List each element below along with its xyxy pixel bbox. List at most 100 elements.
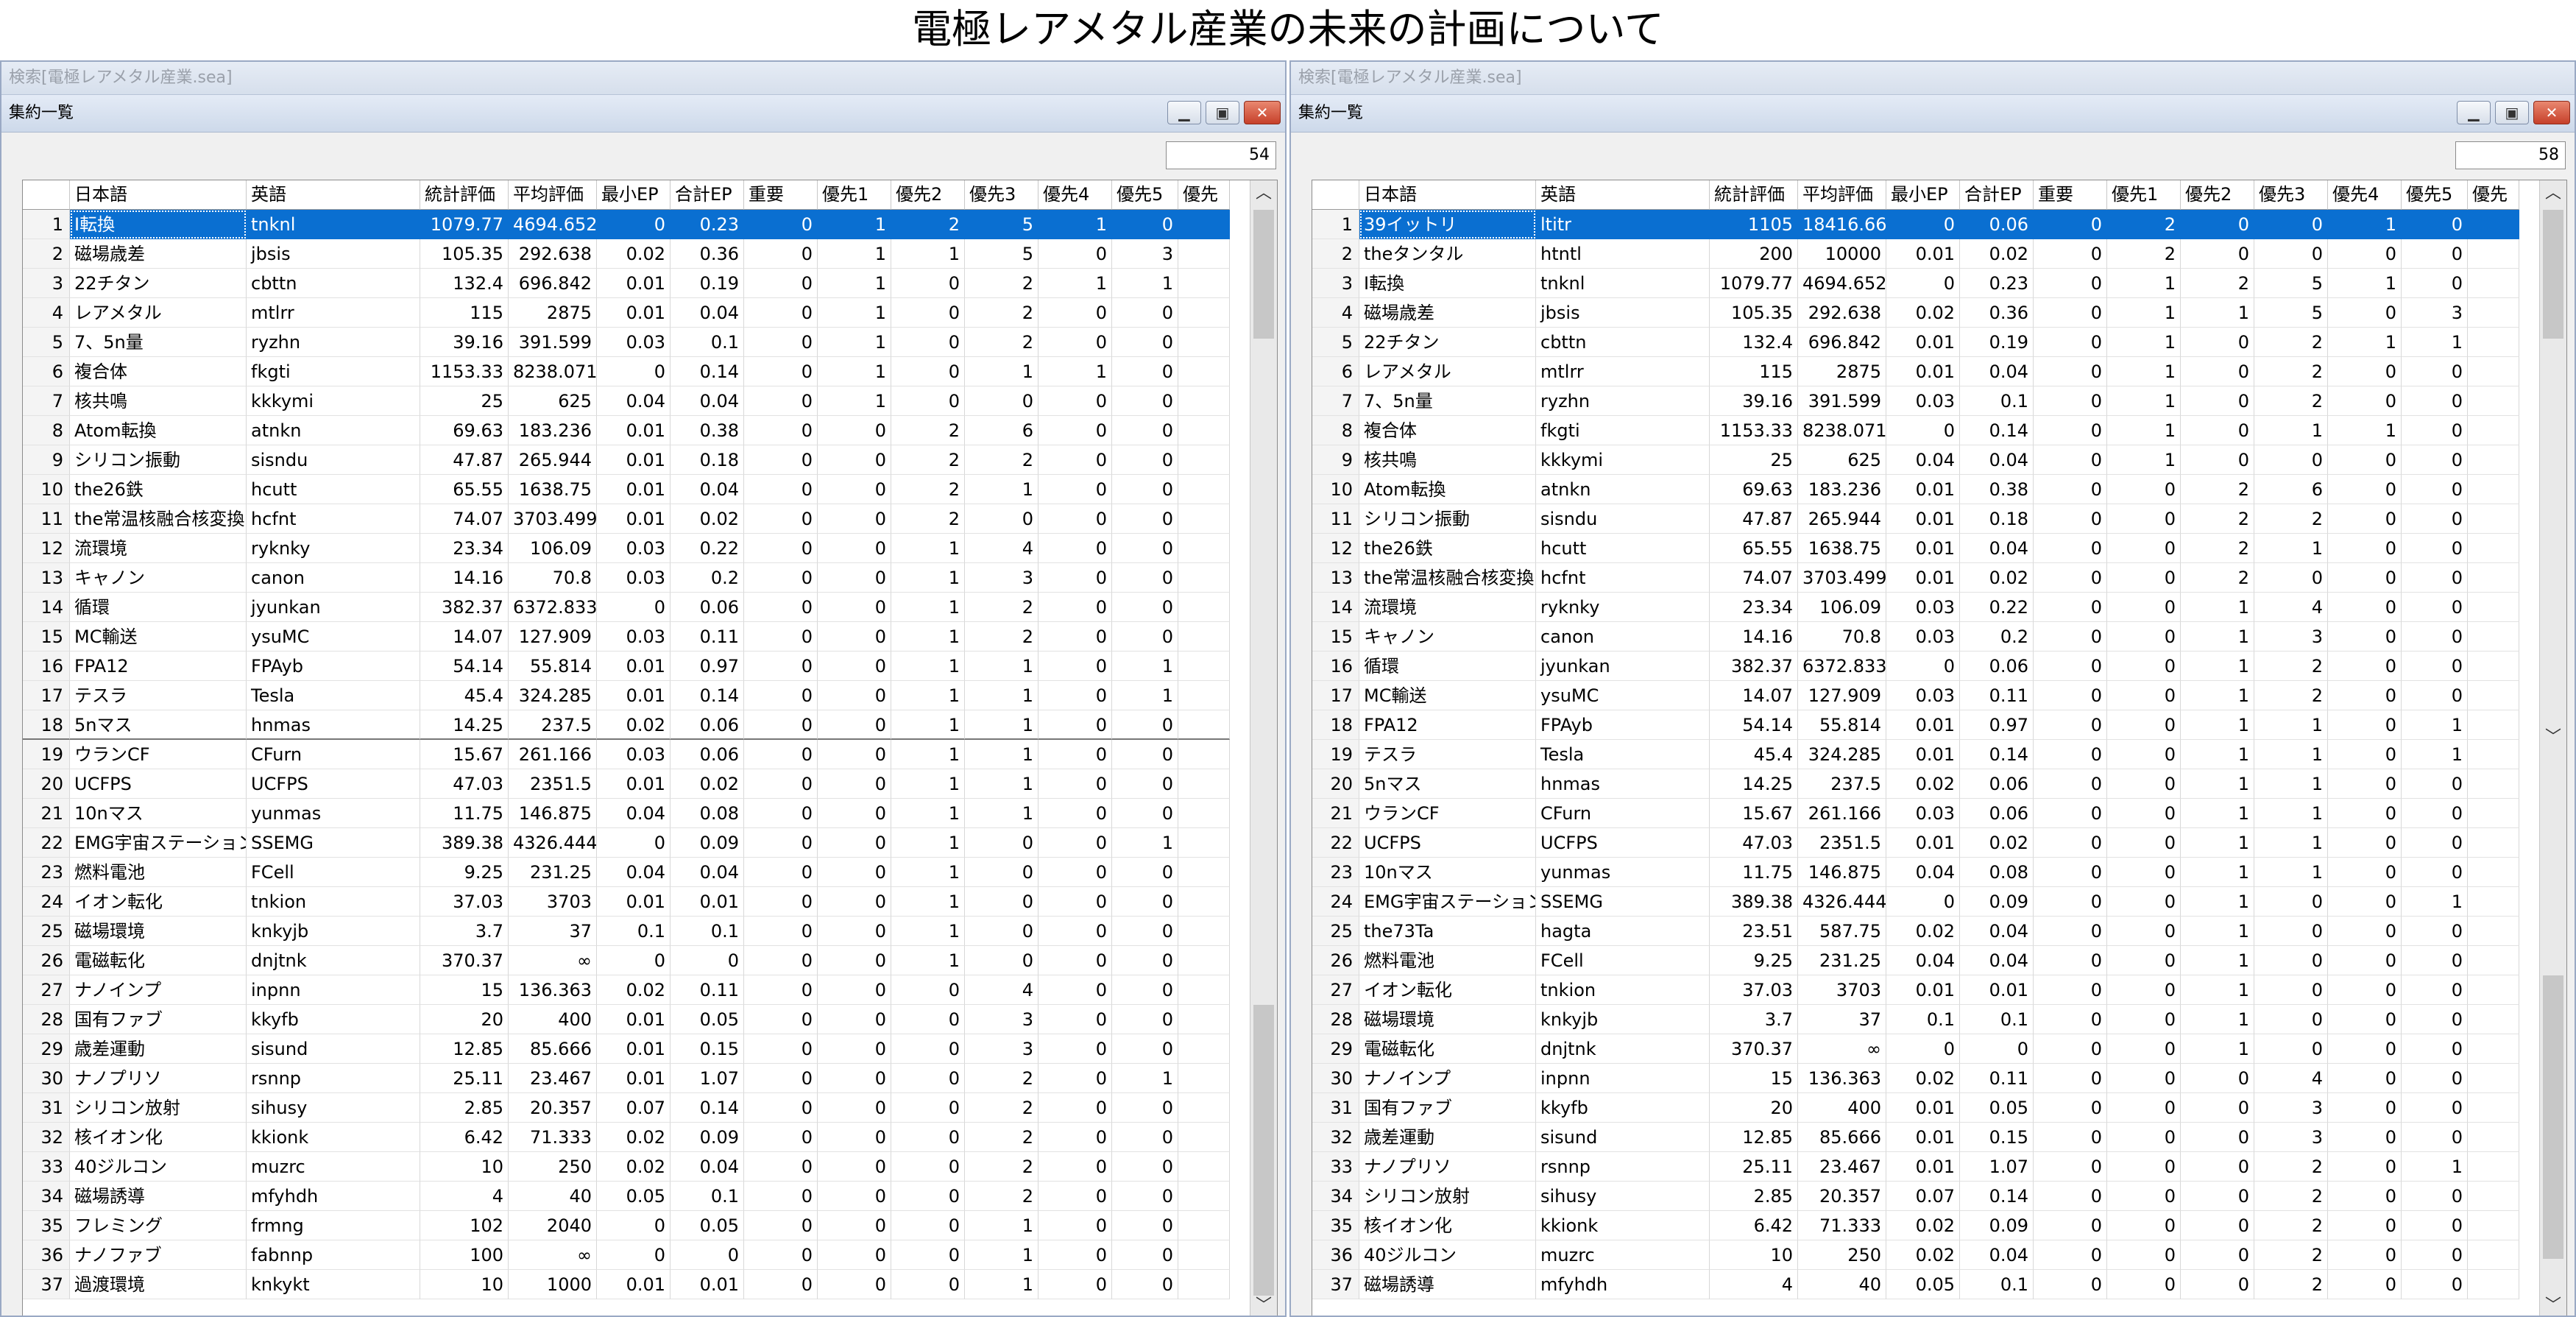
stat-eval-cell[interactable]: 45.4 <box>1710 740 1798 769</box>
priority-3-cell[interactable]: 1 <box>965 1270 1038 1299</box>
stat-eval-cell[interactable]: 6.42 <box>1710 1211 1798 1240</box>
priority-3-cell[interactable]: 2 <box>2254 1152 2328 1182</box>
priority-1-cell[interactable]: 2 <box>2107 210 2181 239</box>
importance-cell[interactable]: 0 <box>2034 328 2107 357</box>
japanese-name-cell[interactable]: 7、5n量 <box>1359 386 1536 416</box>
priority-2-cell[interactable]: 0 <box>2181 1270 2254 1299</box>
stat-eval-cell[interactable]: 15.67 <box>1710 799 1798 828</box>
japanese-name-cell[interactable]: 10nマス <box>1359 858 1536 887</box>
priority-2-cell[interactable]: 1 <box>891 239 965 269</box>
table-row[interactable]: 25 磁場環境 knkyjb 3.7 37 0.1 0.1 0 0 1 0 0 0 <box>23 917 1277 946</box>
importance-cell[interactable]: 0 <box>2034 416 2107 445</box>
row-index-cell[interactable]: 24 <box>23 887 70 917</box>
avg-eval-cell[interactable]: 625 <box>509 386 597 416</box>
priority-5-cell[interactable]: 3 <box>2402 298 2468 328</box>
close-icon[interactable]: ✕ <box>1244 101 1281 124</box>
english-name-cell[interactable]: sisndu <box>1536 504 1710 534</box>
priority-4-cell[interactable]: 0 <box>2328 1152 2402 1182</box>
total-ep-cell[interactable]: 0.23 <box>670 210 744 239</box>
priority-3-cell[interactable]: 4 <box>2254 1064 2328 1093</box>
avg-eval-cell[interactable]: 2040 <box>509 1211 597 1240</box>
stat-eval-cell[interactable]: 14.25 <box>1710 769 1798 799</box>
stat-eval-cell[interactable]: 47.87 <box>420 445 509 475</box>
min-ep-cell[interactable]: 0.01 <box>1886 239 1960 269</box>
table-row[interactable]: 35 フレミング frmng 102 2040 0 0.05 0 0 0 1 0 0 <box>23 1211 1277 1240</box>
priority-1-cell[interactable]: 0 <box>818 1123 891 1152</box>
priority-5-cell[interactable]: 0 <box>2402 917 2468 946</box>
priority-5-cell[interactable]: 0 <box>2402 622 2468 652</box>
table-row[interactable]: 14 流環境 ryknky 23.34 106.09 0.03 0.22 0 0 1 4 0 0 <box>1312 593 2566 622</box>
priority-extra-cell[interactable] <box>1178 1034 1230 1064</box>
table-row[interactable]: 13 キャノン canon 14.16 70.8 0.03 0.2 0 0 1 3 0 0 <box>23 563 1277 593</box>
priority-4-cell[interactable]: 1 <box>2328 416 2402 445</box>
priority-3-cell[interactable]: 0 <box>2254 210 2328 239</box>
importance-cell[interactable]: 0 <box>744 357 818 386</box>
priority-5-cell[interactable]: 0 <box>2402 1211 2468 1240</box>
min-ep-cell[interactable]: 0.07 <box>597 1093 670 1123</box>
english-name-cell[interactable]: ryknky <box>1536 593 1710 622</box>
table-row[interactable]: 3 I転換 tnknl 1079.77 4694.652 0 0.23 0 1 2 5 1 0 <box>1312 269 2566 298</box>
priority-3-cell[interactable]: 2 <box>2254 681 2328 710</box>
priority-4-cell[interactable]: 0 <box>1038 917 1112 946</box>
avg-eval-cell[interactable]: 292.638 <box>509 239 597 269</box>
importance-cell[interactable]: 0 <box>2034 475 2107 504</box>
japanese-name-cell[interactable]: キャノン <box>1359 622 1536 652</box>
english-name-cell[interactable]: ysuMC <box>247 622 420 652</box>
priority-1-cell[interactable]: 1 <box>2107 357 2181 386</box>
priority-4-cell[interactable]: 0 <box>1038 239 1112 269</box>
japanese-name-cell[interactable]: 5nマス <box>1359 769 1536 799</box>
priority-2-cell[interactable]: 1 <box>891 593 965 622</box>
priority-5-cell[interactable]: 0 <box>1112 1093 1178 1123</box>
priority-extra-cell[interactable] <box>1178 593 1230 622</box>
avg-eval-cell[interactable]: ∞ <box>509 946 597 975</box>
priority-extra-cell[interactable] <box>2468 328 2519 357</box>
avg-eval-cell[interactable]: 106.09 <box>1798 593 1886 622</box>
japanese-name-cell[interactable]: 磁場誘導 <box>70 1182 247 1211</box>
table-row[interactable]: 24 イオン転化 tnkion 37.03 3703 0.01 0.01 0 0 1 0 0 0 <box>23 887 1277 917</box>
stat-eval-cell[interactable]: 45.4 <box>420 681 509 710</box>
priority-extra-cell[interactable] <box>2468 534 2519 563</box>
english-name-cell[interactable]: sisund <box>1536 1123 1710 1152</box>
priority-2-cell[interactable]: 0 <box>2181 239 2254 269</box>
row-index-cell[interactable]: 22 <box>1312 828 1359 858</box>
english-name-cell[interactable]: hagta <box>1536 917 1710 946</box>
priority-2-cell[interactable]: 2 <box>2181 475 2254 504</box>
avg-eval-cell[interactable]: 20.357 <box>509 1093 597 1123</box>
table-row[interactable]: 7 核共鳴 kkkymi 25 625 0.04 0.04 0 1 0 0 0 0 <box>23 386 1277 416</box>
avg-eval-cell[interactable]: 261.166 <box>509 740 597 769</box>
table-row[interactable]: 3 22チタン cbttn 132.4 696.842 0.01 0.19 0 1 0 2 1 1 <box>23 269 1277 298</box>
priority-5-cell[interactable]: 0 <box>1112 1152 1178 1182</box>
priority-3-cell[interactable]: 5 <box>965 239 1038 269</box>
priority-4-cell[interactable]: 0 <box>2328 769 2402 799</box>
total-ep-cell[interactable]: 0.06 <box>1960 769 2034 799</box>
total-ep-cell[interactable]: 0.97 <box>1960 710 2034 740</box>
row-index-cell[interactable]: 18 <box>1312 710 1359 740</box>
priority-1-cell[interactable]: 0 <box>2107 1152 2181 1182</box>
priority-1-cell[interactable]: 0 <box>818 652 891 681</box>
priority-2-cell[interactable]: 1 <box>2181 622 2254 652</box>
table-row[interactable]: 26 燃料電池 FCell 9.25 231.25 0.04 0.04 0 0 1 0 0 0 <box>1312 946 2566 975</box>
min-ep-cell[interactable]: 0.01 <box>1886 504 1960 534</box>
priority-4-cell[interactable]: 0 <box>2328 946 2402 975</box>
priority-extra-cell[interactable] <box>2468 416 2519 445</box>
importance-cell[interactable]: 0 <box>744 681 818 710</box>
total-ep-cell[interactable]: 0.14 <box>1960 1182 2034 1211</box>
stat-eval-cell[interactable]: 14.16 <box>1710 622 1798 652</box>
priority-1-cell[interactable]: 0 <box>818 828 891 858</box>
english-name-cell[interactable]: frmng <box>247 1211 420 1240</box>
japanese-name-cell[interactable]: レアメタル <box>70 298 247 328</box>
priority-3-cell[interactable]: 2 <box>2254 1182 2328 1211</box>
priority-4-cell[interactable]: 0 <box>2328 1005 2402 1034</box>
priority-extra-cell[interactable] <box>1178 946 1230 975</box>
english-name-cell[interactable]: kkionk <box>247 1123 420 1152</box>
importance-cell[interactable]: 0 <box>2034 386 2107 416</box>
priority-1-cell[interactable]: 0 <box>818 1182 891 1211</box>
avg-eval-cell[interactable]: 391.599 <box>509 328 597 357</box>
priority-1-cell[interactable]: 0 <box>2107 622 2181 652</box>
total-ep-cell[interactable]: 0.05 <box>670 1005 744 1034</box>
priority-2-cell[interactable]: 1 <box>891 740 965 769</box>
priority-2-cell[interactable]: 1 <box>891 828 965 858</box>
priority-3-cell[interactable]: 6 <box>965 416 1038 445</box>
priority-5-cell[interactable]: 0 <box>1112 1211 1178 1240</box>
english-name-cell[interactable]: muzrc <box>247 1152 420 1182</box>
